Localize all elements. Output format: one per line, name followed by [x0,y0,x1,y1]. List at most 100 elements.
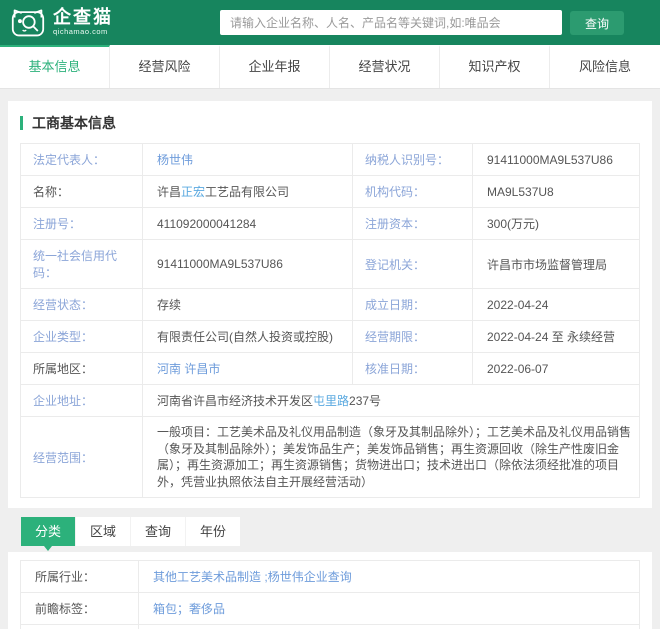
table-row: 展会标签： 婚纱摄影器材；珠宝首饰 [20,624,640,629]
filter-tab-query[interactable]: 查询 [131,517,186,547]
value-text: 300(万元) [487,217,540,231]
search-button[interactable]: 查询 [570,11,624,35]
table-row: 企业类型： 有限责任公司(自然人投资或控股) 经营期限： 2022-04-24 … [20,320,640,353]
page: 企查猫 qichamao.com 查询 基本信息 经营风险 企业年报 经营状况 … [0,0,660,629]
value-link[interactable]: 杨世伟 [157,153,193,167]
business-info-table: 法定代表人： 杨世伟 纳税人识别号： 91411000MA9L537U86 名称… [20,143,640,499]
field-value: 杨世伟 [142,143,353,176]
field-value: MA9L537U8 [472,175,640,208]
table-row: 注册号： 411092000041284 注册资本： 300(万元) [20,207,640,240]
tab-risk-info[interactable]: 风险信息 [550,45,660,88]
field-value: 2022-04-24 至 永续经营 [472,320,640,353]
section-title-text: 工商基本信息 [32,115,116,131]
section-accent-bar [20,116,23,130]
nav-tabs: 基本信息 经营风险 企业年报 经营状况 知识产权 风险信息 [0,45,660,89]
field-value: 91411000MA9L537U86 [142,239,353,289]
field-value: 其他工艺美术品制造 ;杨世伟企业查询 [138,560,640,594]
field-label: 经营范围： [20,415,143,499]
field-label: 经营期限： [352,320,473,353]
value-link[interactable]: 奢侈品 [189,602,225,616]
value-link[interactable]: 河南 许昌市 [157,362,220,376]
value-text: 许昌 [157,185,182,199]
field-label: 名称： [20,175,143,208]
filter-tab-label: 分类 [34,524,61,540]
field-label: 前瞻标签： [20,592,139,626]
tab-annual-report[interactable]: 企业年报 [220,45,330,88]
field-value: 存续 [142,288,353,321]
value-text: 91411000MA9L537U86 [157,257,283,271]
value-text: 2022-04-24 至 永续经营 [487,330,616,344]
value-text: MA9L537U8 [487,184,554,199]
field-value: 婚纱摄影器材；珠宝首饰 [138,624,640,629]
filter-tabs: 分类 区域 查询 年份 [20,516,241,552]
search-input[interactable] [220,10,562,35]
keyword-highlight: 正宏 [181,185,206,199]
field-label: 所属地区： [20,352,143,385]
value-text: 2022-04-24 [487,297,549,312]
value-text: 许昌市市场监督管理局 [487,257,608,272]
field-label: 纳税人识别号： [352,143,473,176]
table-row: 名称： 许昌正宏工艺品有限公司 机构代码： MA9L537U8 [20,175,640,208]
keyword-highlight: 屯里路 [313,394,350,408]
site-logo[interactable]: 企查猫 qichamao.com [10,5,113,39]
value-link[interactable]: 其他工艺美术品制造 [153,570,261,584]
value-text: 存续 [157,298,182,312]
field-label: 成立日期： [352,288,473,321]
field-label: 所属行业： [20,560,139,594]
field-label: 展会标签： [20,624,139,629]
field-label: 注册资本： [352,207,473,240]
field-label: 法定代表人： [20,143,143,176]
field-value: 411092000041284 [142,207,353,240]
field-value: 91411000MA9L537U86 [472,143,640,176]
business-info-card: 工商基本信息 法定代表人： 杨世伟 纳税人识别号： 91411000MA9L53… [8,101,652,509]
cat-magnifier-icon [11,9,45,37]
filter-tab-region[interactable]: 区域 [76,517,131,547]
value-link[interactable]: 杨世伟企业查询 [268,570,352,584]
field-value: 箱包；奢侈品 [138,592,640,626]
tab-intellectual-property[interactable]: 知识产权 [440,45,550,88]
active-tab-arrow-icon [44,546,52,552]
field-value: 300(万元) [472,207,640,240]
value-text: 工艺品有限公司 [205,185,290,199]
field-value: 有限责任公司(自然人投资或控股) [142,320,353,353]
top-header: 企查猫 qichamao.com 查询 [0,0,660,45]
field-label: 机构代码： [352,175,473,208]
filter-tab-category[interactable]: 分类 [21,517,76,552]
separator: ； [177,602,190,617]
field-value: 2022-06-07 [472,352,640,385]
tab-basic-info[interactable]: 基本信息 [0,45,110,88]
field-label: 核准日期： [352,352,473,385]
field-label: 统一社会信用代码： [20,239,143,289]
value-text: 91411000MA9L537U86 [487,152,613,167]
tab-operating-risk[interactable]: 经营风险 [110,45,220,88]
table-row: 前瞻标签： 箱包；奢侈品 [20,592,640,626]
field-label: 经营状态： [20,288,143,321]
value-link[interactable]: 箱包 [153,602,177,616]
field-value: 一般项目：工艺美术品及礼仪用品制造（象牙及其制品除外）；工艺美术品及礼仪用品销售… [142,415,640,499]
table-row: 法定代表人： 杨世伟 纳税人识别号： 91411000MA9L537U86 [20,143,640,176]
field-value: 许昌正宏工艺品有限公司 [142,175,353,208]
value-text: 411092000041284 [157,216,257,231]
value-text: 有限责任公司(自然人投资或控股) [157,330,333,344]
table-row: 所属行业： 其他工艺美术品制造 ;杨世伟企业查询 [20,560,640,594]
value-text: 237号 [349,394,382,408]
table-row-address: 企业地址： 河南省许昌市经济技术开发区屯里路237号 [20,384,640,417]
tags-table: 所属行业： 其他工艺美术品制造 ;杨世伟企业查询 前瞻标签： 箱包；奢侈品 展会… [20,560,640,629]
section-title: 工商基本信息 [20,113,640,133]
field-value: 许昌市市场监督管理局 [472,239,640,289]
value-text: 河南省许昌市经济技术开发区 [157,394,314,408]
field-label: 登记机关： [352,239,473,289]
field-label: 企业地址： [20,384,143,417]
field-value: 2022-04-24 [472,288,640,321]
value-text: 2022-06-07 [487,361,549,376]
tags-card: 所属行业： 其他工艺美术品制造 ;杨世伟企业查询 前瞻标签： 箱包；奢侈品 展会… [8,552,652,629]
field-label: 企业类型： [20,320,143,353]
table-row-business-scope: 经营范围： 一般项目：工艺美术品及礼仪用品制造（象牙及其制品除外）；工艺美术品及… [20,415,640,499]
separator: ; [261,570,268,585]
value-text: 一般项目：工艺美术品及礼仪用品制造（象牙及其制品除外）；工艺美术品及礼仪用品销售… [157,425,632,489]
logo-title: 企查猫 [53,7,113,28]
logo-domain: qichamao.com [53,27,108,37]
filter-tab-year[interactable]: 年份 [186,517,240,546]
table-row: 经营状态： 存续 成立日期： 2022-04-24 [20,288,640,321]
tab-operating-status[interactable]: 经营状况 [330,45,440,88]
